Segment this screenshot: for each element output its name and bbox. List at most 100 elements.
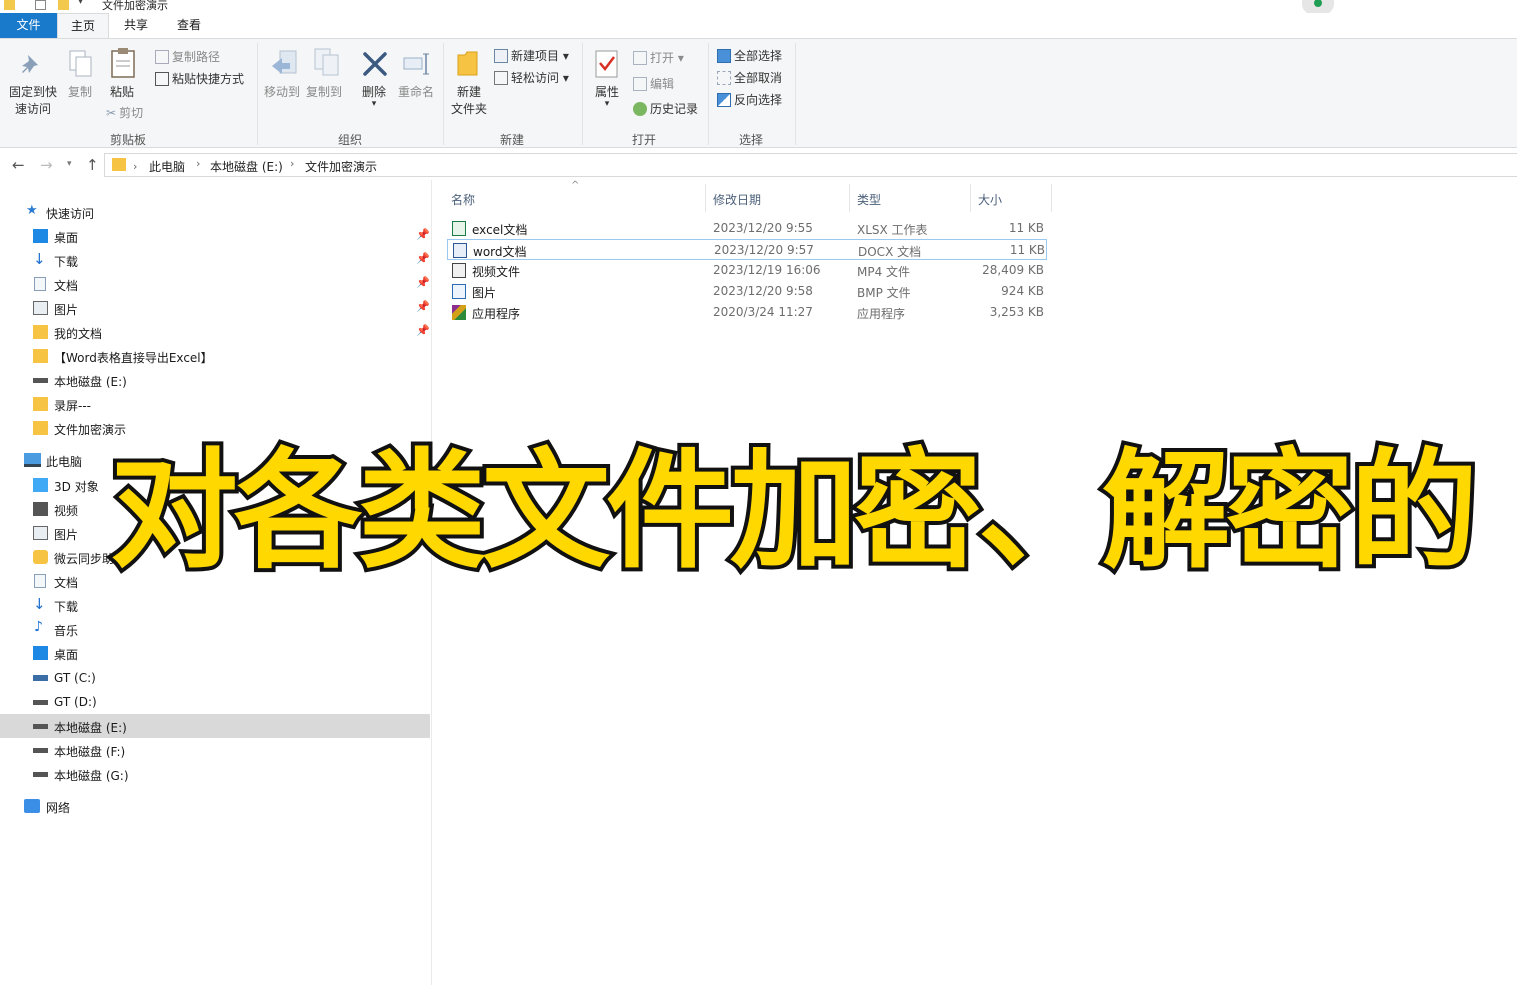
easy-access-button[interactable]: 轻松访问 ▾ bbox=[494, 70, 569, 86]
invert-selection-icon bbox=[717, 93, 731, 107]
download-icon: ↓ bbox=[33, 250, 46, 268]
nav-drive-e[interactable]: 本地磁盘 (E:) bbox=[0, 714, 430, 738]
history-button[interactable]: 历史记录 bbox=[633, 101, 698, 117]
address-field[interactable]: › 此电脑 › 本地磁盘 (E:) › 文件加密演示 bbox=[104, 153, 1517, 177]
column-divider[interactable] bbox=[705, 184, 706, 212]
table-row[interactable]: 视频文件 2023/12/19 16:06 MP4 文件 28,409 KB bbox=[447, 260, 1047, 281]
nav-drive-c[interactable]: GT (C:) bbox=[0, 666, 430, 690]
tab-share[interactable]: 共享 bbox=[112, 13, 160, 38]
open-button[interactable]: 打开 ▾ bbox=[633, 50, 684, 66]
properties-dropdown-icon: ▾ bbox=[604, 99, 610, 109]
desktop-icon bbox=[33, 229, 48, 243]
nav-pc-desktop[interactable]: 桌面 bbox=[0, 641, 430, 665]
pictures-icon bbox=[33, 301, 48, 315]
tab-file[interactable]: 文件 bbox=[0, 13, 57, 38]
pictures-icon bbox=[33, 526, 48, 540]
video-icon bbox=[452, 263, 466, 278]
select-all-icon bbox=[717, 49, 731, 63]
invert-selection-button[interactable]: 反向选择 bbox=[717, 92, 782, 108]
breadcrumb-drive-e[interactable]: 本地磁盘 (E:) bbox=[210, 158, 283, 175]
nav-pictures[interactable]: 图片 📌 bbox=[0, 296, 430, 320]
folder-icon bbox=[33, 421, 48, 435]
nav-drive-d[interactable]: GT (D:) bbox=[0, 690, 430, 714]
organize-group-label: 组织 bbox=[338, 133, 363, 147]
tab-home[interactable]: 主页 bbox=[57, 13, 109, 38]
cloud-sync-icon bbox=[33, 550, 48, 564]
properties-icon[interactable] bbox=[35, 0, 46, 10]
select-all-button[interactable]: 全部选择 bbox=[717, 48, 782, 64]
nav-quick-access[interactable]: ★ 快速访问 bbox=[0, 200, 430, 224]
nav-word-excel-folder[interactable]: 【Word表格直接导出Excel】 bbox=[0, 344, 430, 368]
drive-icon bbox=[33, 700, 48, 705]
column-header-type[interactable]: 类型 bbox=[857, 191, 881, 208]
column-divider[interactable] bbox=[1051, 184, 1052, 212]
drive-icon bbox=[33, 772, 48, 777]
copy-to-label: 复制到 bbox=[305, 85, 342, 99]
column-divider[interactable] bbox=[849, 184, 850, 212]
folder-icon bbox=[33, 325, 48, 339]
excel-icon bbox=[452, 221, 466, 236]
document-icon bbox=[34, 574, 46, 588]
cut-button[interactable]: ✂ 剪切 bbox=[106, 105, 143, 121]
nav-drive-g[interactable]: 本地磁盘 (G:) bbox=[0, 762, 430, 786]
new-item-icon bbox=[494, 49, 508, 63]
table-row[interactable]: excel文档 2023/12/20 9:55 XLSX 工作表 11 KB bbox=[447, 218, 1047, 239]
nav-desktop[interactable]: 桌面 📌 bbox=[0, 224, 430, 248]
recent-locations-icon[interactable]: ▾ bbox=[67, 159, 72, 169]
move-to-label: 移动到 bbox=[263, 85, 300, 99]
edit-button[interactable]: 编辑 bbox=[633, 76, 674, 92]
nav-recording-folder[interactable]: 录屏--- bbox=[0, 392, 430, 416]
nav-quick-drive-e[interactable]: 本地磁盘 (E:) bbox=[0, 368, 430, 392]
nav-pc-downloads[interactable]: ↓ 下载 bbox=[0, 593, 430, 617]
column-header-name[interactable]: 名称 bbox=[451, 191, 475, 208]
nav-documents[interactable]: 文档 📌 bbox=[0, 272, 430, 296]
copy-label: 复制 bbox=[67, 85, 92, 99]
pin-icon: 📌 bbox=[416, 276, 430, 289]
nav-network[interactable]: 网络 bbox=[0, 794, 430, 818]
desktop-icon bbox=[33, 646, 48, 660]
table-row[interactable]: 应用程序 2020/3/24 11:27 应用程序 3,253 KB bbox=[447, 302, 1047, 323]
select-none-button[interactable]: 全部取消 bbox=[717, 70, 782, 86]
copy-icon bbox=[69, 50, 92, 77]
system-drive-icon bbox=[33, 675, 48, 681]
nav-downloads[interactable]: ↓ 下载 📌 bbox=[0, 248, 430, 272]
column-divider[interactable] bbox=[970, 184, 971, 212]
forward-icon[interactable]: → bbox=[40, 156, 53, 174]
address-bar: ← → ▾ ↑ › 此电脑 › 本地磁盘 (E:) › 文件加密演示 bbox=[0, 150, 1517, 180]
download-icon: ↓ bbox=[33, 595, 46, 613]
network-icon bbox=[24, 799, 40, 813]
new-item-button[interactable]: 新建项目 ▾ bbox=[494, 48, 569, 64]
table-row[interactable]: word文档 2023/12/20 9:57 DOCX 文档 11 KB bbox=[447, 239, 1047, 260]
paste-shortcut-icon bbox=[155, 72, 169, 86]
pin-icon: 📌 bbox=[416, 228, 430, 241]
rename-icon bbox=[403, 53, 429, 75]
customize-toolbar-icon[interactable]: ▾ bbox=[78, 0, 83, 7]
column-header-date[interactable]: 修改日期 bbox=[713, 191, 761, 208]
ribbon-tabs: 文件 主页 共享 查看 bbox=[0, 13, 1517, 38]
paste-shortcut-button[interactable]: 粘贴快捷方式 bbox=[155, 71, 244, 87]
chevron-right-icon: › bbox=[290, 157, 295, 170]
computer-icon bbox=[24, 453, 41, 467]
tab-view[interactable]: 查看 bbox=[164, 13, 214, 38]
column-header-size[interactable]: 大小 bbox=[978, 191, 1002, 208]
table-row[interactable]: 图片 2023/12/20 9:58 BMP 文件 924 KB bbox=[447, 281, 1047, 302]
word-icon bbox=[453, 243, 467, 258]
nav-my-documents[interactable]: 我的文档 📌 bbox=[0, 320, 430, 344]
image-file-icon bbox=[452, 284, 466, 299]
nav-drive-f[interactable]: 本地磁盘 (F:) bbox=[0, 738, 430, 762]
select-none-icon bbox=[717, 71, 731, 85]
camera-indicator bbox=[1302, 0, 1334, 14]
new-folder-icon[interactable] bbox=[58, 0, 69, 10]
new-folder-icon bbox=[457, 51, 478, 76]
up-icon[interactable]: ↑ bbox=[86, 156, 99, 174]
copy-path-button[interactable]: 复制路径 bbox=[155, 49, 220, 65]
move-to-icon bbox=[272, 50, 297, 74]
breadcrumb-this-pc[interactable]: 此电脑 bbox=[149, 158, 185, 175]
back-icon[interactable]: ← bbox=[12, 156, 25, 174]
scissors-icon: ✂ bbox=[106, 106, 117, 120]
nav-music[interactable]: ♪ 音乐 bbox=[0, 617, 430, 641]
breadcrumb-current-folder[interactable]: 文件加密演示 bbox=[305, 158, 377, 175]
group-divider bbox=[257, 43, 258, 145]
copy-path-icon bbox=[155, 50, 169, 64]
edit-icon bbox=[633, 77, 647, 91]
